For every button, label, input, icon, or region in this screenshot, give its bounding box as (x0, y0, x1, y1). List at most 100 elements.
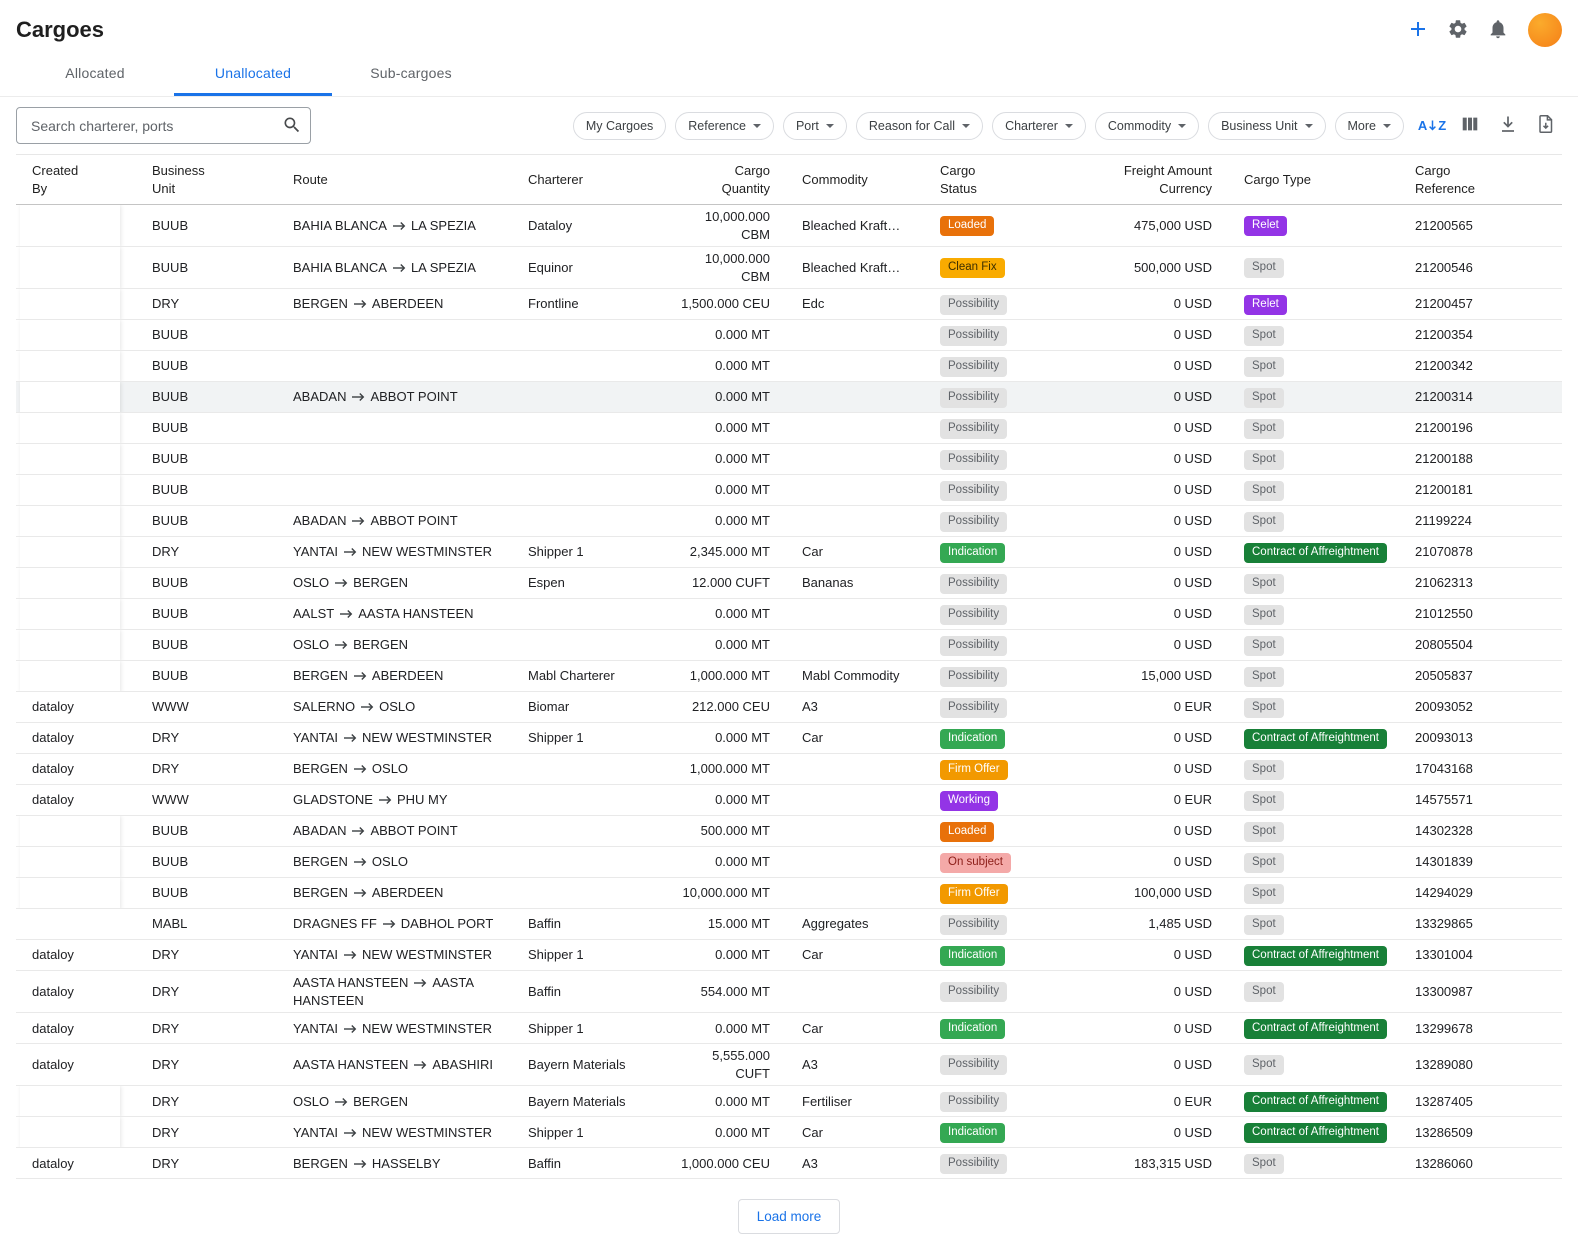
column-header-cargo-status[interactable]: CargoStatus (924, 155, 1072, 205)
filter-chip-label: Reason for Call (869, 119, 955, 133)
filter-chip-more[interactable]: More (1335, 112, 1404, 140)
cell-cargo-status: Possibility (924, 971, 1072, 1013)
route-destination: ABBOT POINT (370, 513, 457, 528)
export-button[interactable] (1530, 110, 1562, 142)
tab-unallocated[interactable]: Unallocated (174, 52, 332, 96)
cell-created-by (16, 537, 136, 568)
tab-allocated[interactable]: Allocated (16, 52, 174, 96)
cargo-table: CreatedByBusinessUnitRouteChartererCargo… (16, 154, 1562, 1179)
column-header-cargo-type[interactable]: Cargo Type (1228, 155, 1399, 205)
download-button[interactable] (1492, 110, 1524, 142)
sort-button[interactable]: AZ (1416, 110, 1448, 142)
table-row[interactable]: BUUB ABADANABBOT POINT 0.000 MT Possibil… (16, 382, 1562, 413)
filter-chip-port[interactable]: Port (783, 112, 847, 140)
cell-created-by (16, 351, 136, 382)
cell-freight-amount: 0 USD (1072, 351, 1228, 382)
table-row[interactable]: dataloy DRY YANTAINEW WESTMINSTER Shippe… (16, 1013, 1562, 1044)
table-row[interactable]: BUUB 0.000 MT Possibility 0 USD Spot 212… (16, 320, 1562, 351)
cell-business-unit: BUUB (136, 413, 277, 444)
table-row[interactable]: MABL DRAGNES FFDABHOL PORT Baffin 15.000… (16, 909, 1562, 940)
cell-cargo-status: Indication (924, 940, 1072, 971)
table-row[interactable]: dataloy DRY BERGENOSLO 1,000.000 MT Firm… (16, 754, 1562, 785)
table-row[interactable]: BUUB BAHIA BLANCALA SPEZIA Dataloy 10,00… (16, 205, 1562, 247)
user-avatar[interactable] (1528, 13, 1562, 47)
column-header-created-by[interactable]: CreatedBy (16, 155, 136, 205)
column-header-commodity[interactable]: Commodity (786, 155, 924, 205)
column-header-freight-amount-currency[interactable]: Freight AmountCurrency (1072, 155, 1228, 205)
table-row[interactable]: dataloy DRY AASTA HANSTEENAASTA HANSTEEN… (16, 971, 1562, 1013)
table-row[interactable]: dataloy DRY YANTAINEW WESTMINSTER Shippe… (16, 723, 1562, 754)
cell-created-by (16, 247, 136, 289)
cell-cargo-status: Possibility (924, 909, 1072, 940)
gear-icon (1447, 18, 1469, 43)
table-row[interactable]: BUUB 0.000 MT Possibility 0 USD Spot 212… (16, 444, 1562, 475)
filter-chip-reason-for-call[interactable]: Reason for Call (856, 112, 983, 140)
cargo-status-badge: Possibility (940, 636, 1007, 656)
filter-chip-business-unit[interactable]: Business Unit (1208, 112, 1325, 140)
table-row[interactable]: dataloy DRY AASTA HANSTEENABASHIRI Bayer… (16, 1044, 1562, 1086)
table-row[interactable]: BUUB BERGENABERDEEN 10,000.000 MT Firm O… (16, 878, 1562, 909)
cell-cargo-reference: 21200196 (1399, 413, 1562, 444)
settings-button[interactable] (1440, 12, 1476, 48)
filter-chip-charterer[interactable]: Charterer (992, 112, 1086, 140)
table-row[interactable]: BUUB ABADANABBOT POINT 500.000 MT Loaded… (16, 816, 1562, 847)
table-row[interactable]: DRY YANTAINEW WESTMINSTER Shipper 1 0.00… (16, 1117, 1562, 1148)
table-row[interactable]: dataloy WWW SALERNOOSLO Biomar 212.000 C… (16, 692, 1562, 723)
cell-route (277, 320, 512, 351)
column-header-charterer[interactable]: Charterer (512, 155, 665, 205)
cell-cargo-quantity: 10,000.000 CBM (665, 205, 786, 247)
columns-button[interactable] (1454, 110, 1486, 142)
column-header-cargo-reference[interactable]: CargoReference (1399, 155, 1562, 205)
filter-chip-my-cargoes[interactable]: My Cargoes (573, 112, 666, 140)
cell-cargo-reference: 13289080 (1399, 1044, 1562, 1086)
cell-cargo-reference: 21200457 (1399, 289, 1562, 320)
cell-cargo-type: Spot (1228, 1148, 1399, 1179)
search-icon[interactable] (282, 115, 302, 135)
column-header-route[interactable]: Route (277, 155, 512, 205)
route-origin: BERGEN (293, 854, 348, 869)
cell-freight-amount: 100,000 USD (1072, 878, 1228, 909)
table-row[interactable]: BUUB BERGENOSLO 0.000 MT On subject 0 US… (16, 847, 1562, 878)
column-header-business-unit[interactable]: BusinessUnit (136, 155, 277, 205)
cell-created-by: dataloy (16, 1148, 136, 1179)
cell-cargo-reference: 13329865 (1399, 909, 1562, 940)
table-row[interactable]: BUUB OSLOBERGEN Espen 12.000 CUFT Banana… (16, 568, 1562, 599)
table-row[interactable]: dataloy DRY YANTAINEW WESTMINSTER Shippe… (16, 940, 1562, 971)
cell-cargo-reference: 13300987 (1399, 971, 1562, 1013)
cell-cargo-status: Possibility (924, 1086, 1072, 1117)
cell-route: AALSTAASTA HANSTEEN (277, 599, 512, 630)
table-row[interactable]: BUUB BAHIA BLANCALA SPEZIA Equinor 10,00… (16, 247, 1562, 289)
table-row[interactable]: DRY OSLOBERGEN Bayern Materials 0.000 MT… (16, 1086, 1562, 1117)
table-row[interactable]: BUUB 0.000 MT Possibility 0 USD Spot 212… (16, 351, 1562, 382)
notifications-button[interactable] (1480, 12, 1516, 48)
cargoes-app: Cargoes AllocatedUnallocatedSub-cargoes (0, 0, 1578, 1256)
table-row[interactable]: BUUB 0.000 MT Possibility 0 USD Spot 212… (16, 413, 1562, 444)
filter-chip-commodity[interactable]: Commodity (1095, 112, 1199, 140)
route-origin: BERGEN (293, 761, 348, 776)
table-row[interactable]: dataloy DRY BERGENHASSELBY Baffin 1,000.… (16, 1148, 1562, 1179)
cell-business-unit: BUUB (136, 475, 277, 506)
table-row[interactable]: BUUB AALSTAASTA HANSTEEN 0.000 MT Possib… (16, 599, 1562, 630)
tab-sub-cargoes[interactable]: Sub-cargoes (332, 52, 490, 96)
column-header-cargo-quantity[interactable]: CargoQuantity (665, 155, 786, 205)
table-row[interactable]: BUUB 0.000 MT Possibility 0 USD Spot 212… (16, 475, 1562, 506)
table-row[interactable]: dataloy WWW GLADSTONEPHU MY 0.000 MT Wor… (16, 785, 1562, 816)
cargo-status-badge: Possibility (940, 357, 1007, 377)
table-row[interactable]: DRY YANTAINEW WESTMINSTER Shipper 1 2,34… (16, 537, 1562, 568)
search-input[interactable] (16, 107, 311, 144)
cell-cargo-status: Possibility (924, 568, 1072, 599)
cell-business-unit: WWW (136, 785, 277, 816)
cell-business-unit: DRY (136, 940, 277, 971)
chevron-down-icon (1383, 124, 1391, 128)
cell-cargo-reference: 20093052 (1399, 692, 1562, 723)
cell-route: YANTAINEW WESTMINSTER (277, 723, 512, 754)
cell-commodity: Car (786, 940, 924, 971)
add-button[interactable] (1400, 12, 1436, 48)
filter-chip-reference[interactable]: Reference (675, 112, 774, 140)
cell-commodity (786, 630, 924, 661)
table-row[interactable]: BUUB BERGENABERDEEN Mabl Charterer 1,000… (16, 661, 1562, 692)
table-row[interactable]: DRY BERGENABERDEEN Frontline 1,500.000 C… (16, 289, 1562, 320)
table-row[interactable]: BUUB ABADANABBOT POINT 0.000 MT Possibil… (16, 506, 1562, 537)
table-row[interactable]: BUUB OSLOBERGEN 0.000 MT Possibility 0 U… (16, 630, 1562, 661)
filter-chip-label: Business Unit (1221, 119, 1297, 133)
